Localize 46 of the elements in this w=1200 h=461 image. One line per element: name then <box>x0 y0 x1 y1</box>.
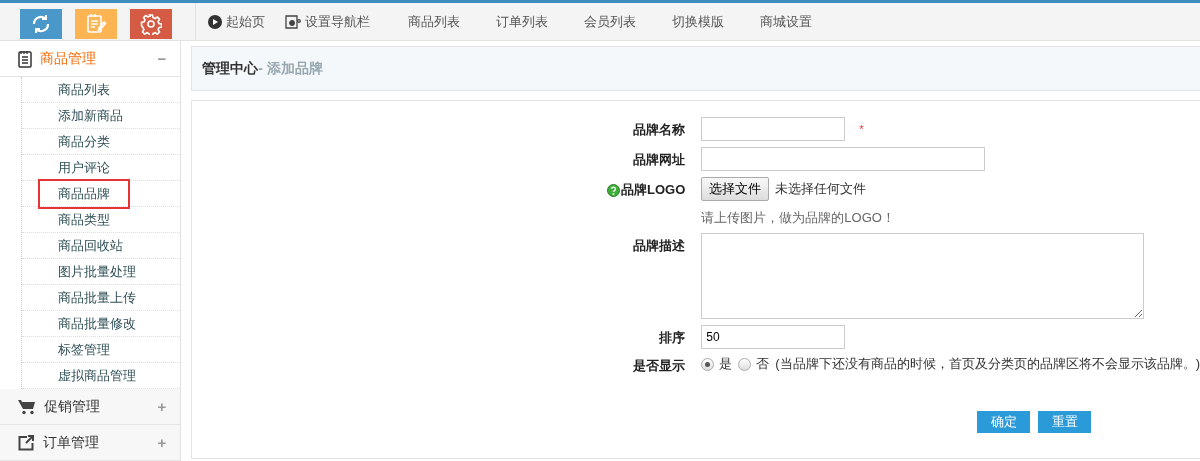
menu-group-label: 商品管理 <box>40 49 97 68</box>
nav-link[interactable]: 切换模版 <box>654 12 742 31</box>
menu-group-label: 订单管理 <box>43 433 100 452</box>
upload-hint: 请上传图片，做为品牌的LOGO！ <box>701 209 896 227</box>
gear-window-icon <box>285 14 301 29</box>
field-label: 品牌名称 <box>633 121 686 139</box>
settings-button[interactable] <box>130 9 172 39</box>
menu-group[interactable]: 订单管理 + <box>0 425 181 461</box>
radio-button[interactable] <box>738 357 752 371</box>
field-label: 是否显示 <box>633 357 686 375</box>
radio-option[interactable]: 是 <box>701 355 733 373</box>
menu-group-label: 促销管理 <box>44 397 101 416</box>
breadcrumb-page: - 添加品牌 <box>258 59 323 78</box>
choose-file-button[interactable]: 选择文件 <box>701 177 770 201</box>
nav-link[interactable]: 订单列表 <box>478 12 566 31</box>
field-label: 品牌网址 <box>633 151 686 169</box>
required-mark: * <box>859 123 864 135</box>
notepad-pencil-icon <box>85 13 107 35</box>
external-link-icon <box>18 434 35 451</box>
menu-item[interactable]: 商品品牌 <box>38 178 130 209</box>
field-label: 品牌描述 <box>633 237 686 255</box>
nav-link[interactable]: 会员列表 <box>566 12 654 31</box>
radio-button[interactable] <box>701 357 715 371</box>
nav-link[interactable]: 起始页 <box>208 12 265 31</box>
notepad-icon <box>18 49 32 68</box>
text-field[interactable]: 50 <box>701 325 846 349</box>
settings-icon <box>140 13 162 35</box>
text-field[interactable] <box>701 117 846 141</box>
notes-button[interactable] <box>75 9 117 39</box>
nav-link[interactable]: 商城设置 <box>742 12 830 31</box>
cart-icon <box>18 398 36 415</box>
refresh-icon <box>30 13 52 35</box>
text-field[interactable] <box>701 147 986 171</box>
description-field[interactable] <box>701 233 1145 319</box>
nav-link[interactable]: 商品列表 <box>390 12 478 31</box>
file-status: 未选择任何文件 <box>775 180 867 198</box>
radio-option[interactable]: 否 <box>738 355 770 373</box>
nav-link[interactable]: 设置导航栏 <box>285 12 370 31</box>
breadcrumb-title: 管理中心 <box>202 59 259 78</box>
refresh-button[interactable] <box>20 9 62 39</box>
field-label: 排序 <box>659 329 686 347</box>
menu-group[interactable]: 促销管理 + <box>0 389 181 425</box>
help-icon[interactable] <box>607 183 621 197</box>
field-label: 品牌LOGO <box>621 181 686 199</box>
display-note: (当品牌下还没有商品的时候，首页及分类页的品牌区将不会显示该品牌。) <box>775 355 1200 373</box>
play-icon <box>208 14 222 29</box>
